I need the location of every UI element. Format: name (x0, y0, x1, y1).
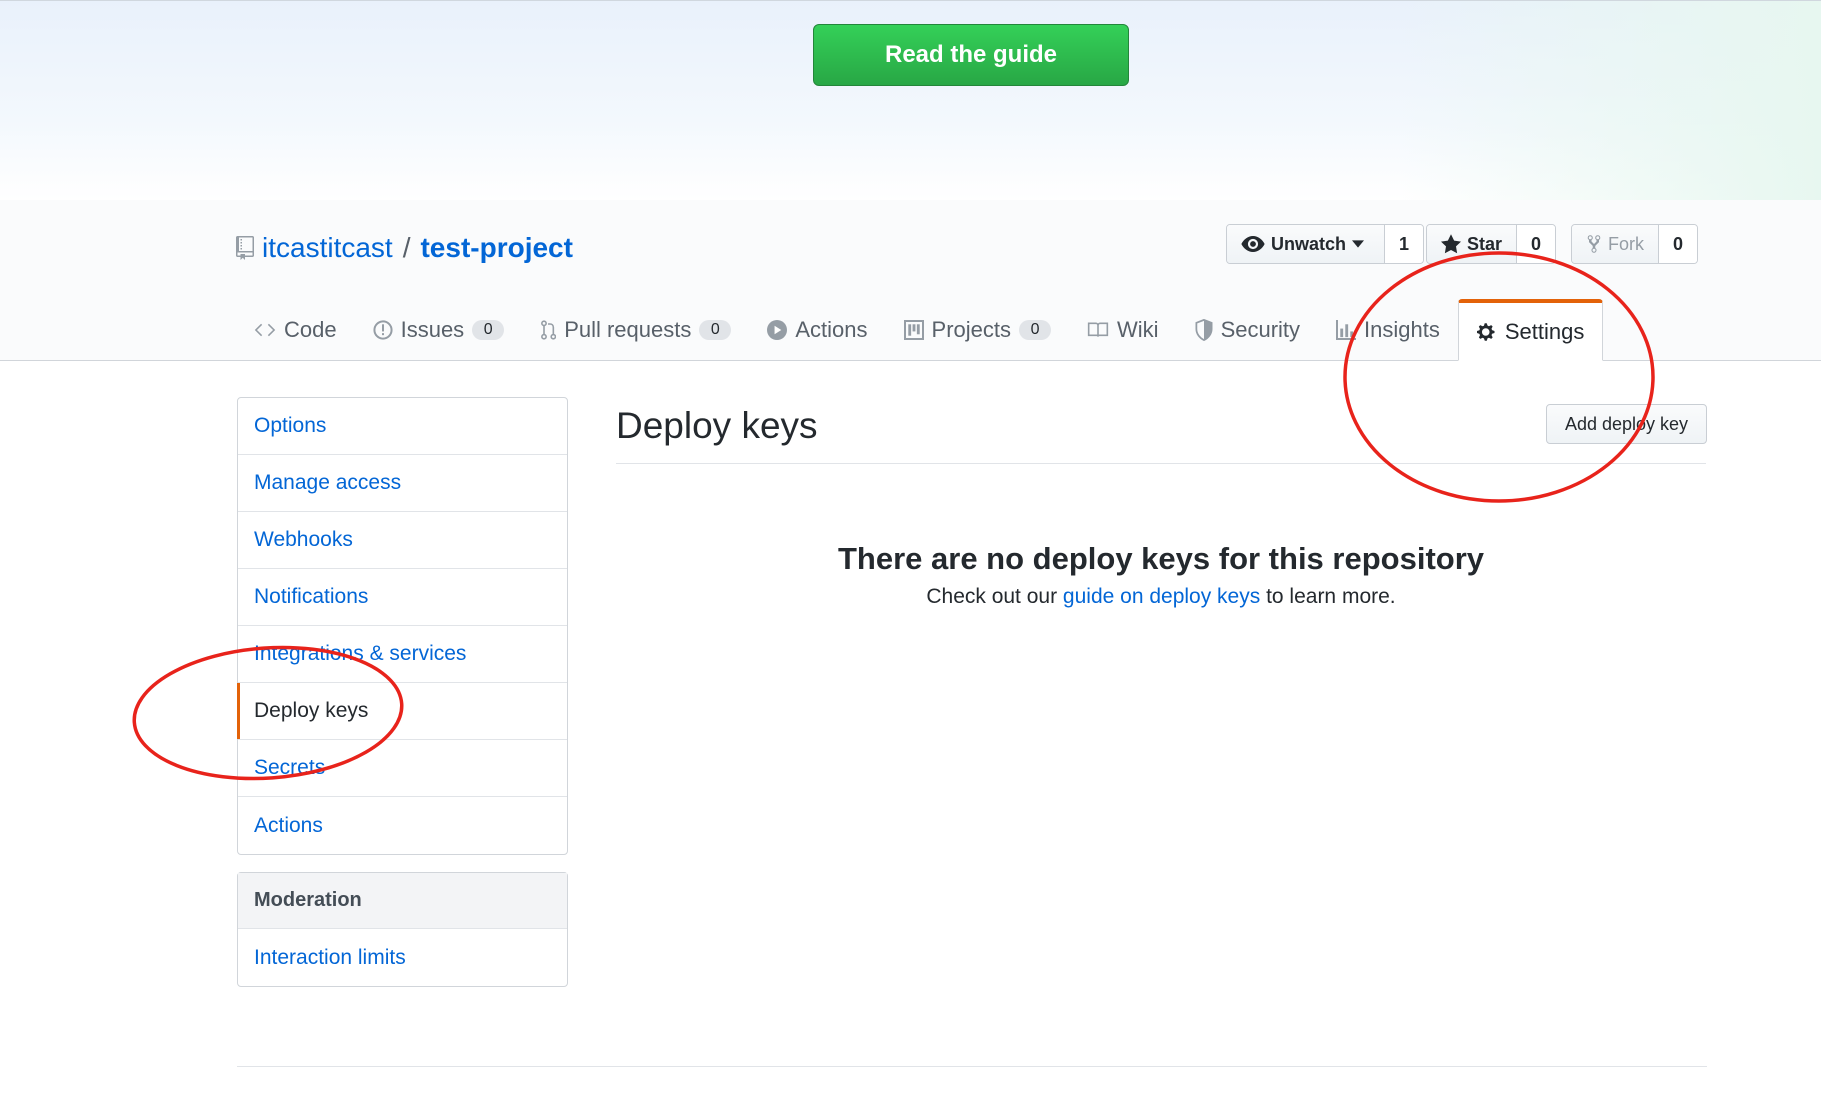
tab-pull-requests-label: Pull requests (564, 317, 692, 342)
blankslate-text: Check out our guide on deploy keys to le… (616, 585, 1706, 609)
add-deploy-key-button[interactable]: Add deploy key (1546, 404, 1707, 444)
tab-insights[interactable]: Insights (1318, 300, 1458, 360)
unwatch-label: Unwatch (1271, 233, 1347, 254)
caret-down-icon (1352, 240, 1365, 248)
shield-icon (1195, 319, 1213, 341)
pull-requests-counter: 0 (699, 320, 732, 340)
page-title: Deploy keys (616, 405, 818, 446)
projects-counter: 0 (1019, 320, 1052, 340)
project-icon (903, 320, 924, 340)
star-button[interactable]: Star (1427, 225, 1518, 263)
repo-name-link[interactable]: test-project (420, 232, 572, 264)
blankslate-title: There are no deploy keys for this reposi… (837, 541, 1485, 576)
subhead-divider (616, 463, 1706, 464)
tab-pull-requests[interactable]: Pull requests 0 (522, 300, 749, 360)
moderation-heading: Moderation (238, 873, 567, 929)
repo-header: itcastitcast / test-project Unwatch 1 St… (0, 200, 1821, 361)
settings-menu: Options Manage access Webhooks Notificat… (237, 397, 568, 855)
star-label: Star (1467, 233, 1503, 254)
blankslate-prefix: Check out our (926, 585, 1063, 608)
tab-settings-label: Settings (1504, 318, 1585, 344)
watch-button-group: Unwatch 1 (1226, 224, 1425, 264)
blankslate-suffix: to learn more. (1260, 585, 1396, 608)
play-icon (767, 320, 788, 340)
moderation-menu: Moderation Interaction limits (237, 872, 568, 987)
menu-item-actions[interactable]: Actions (238, 797, 567, 854)
fork-button[interactable]: Fork (1572, 225, 1659, 263)
tab-settings[interactable]: Settings (1457, 299, 1604, 361)
menu-item-options[interactable]: Options (238, 398, 567, 455)
watch-count[interactable]: 1 (1385, 225, 1424, 263)
issue-icon (373, 320, 393, 340)
repo-title: itcastitcast / test-project (236, 230, 573, 266)
fork-label: Fork (1608, 233, 1644, 254)
menu-item-manage-access[interactable]: Manage access (238, 455, 567, 512)
repo-nav-tabs: Code Issues 0 Pull requests 0 Actions Pr… (236, 298, 1604, 361)
gear-icon (1476, 322, 1495, 341)
tab-actions-label: Actions (795, 317, 868, 342)
footer-divider (237, 1066, 1707, 1067)
star-icon (1441, 234, 1461, 254)
issues-counter: 0 (472, 320, 505, 340)
tab-issues[interactable]: Issues 0 (355, 300, 523, 360)
tab-wiki[interactable]: Wiki (1069, 300, 1177, 360)
graph-icon (1336, 320, 1357, 340)
tab-projects-label: Projects (931, 317, 1012, 342)
code-icon (254, 323, 276, 337)
pull-request-icon (541, 320, 557, 340)
deploy-keys-guide-link[interactable]: guide on deploy keys (1063, 585, 1260, 608)
menu-item-interaction-limits[interactable]: Interaction limits (238, 929, 567, 986)
tab-projects[interactable]: Projects 0 (886, 300, 1069, 360)
fork-count[interactable]: 0 (1659, 225, 1698, 263)
unwatch-button[interactable]: Unwatch (1227, 225, 1386, 263)
tab-issues-label: Issues (400, 317, 465, 342)
star-count[interactable]: 0 (1517, 225, 1556, 263)
tab-security[interactable]: Security (1177, 300, 1318, 360)
fork-button-group: Fork 0 (1571, 224, 1699, 264)
tab-wiki-label: Wiki (1117, 317, 1159, 342)
tab-actions[interactable]: Actions (749, 300, 885, 360)
menu-item-integrations-services[interactable]: Integrations & services (238, 626, 567, 683)
eye-icon (1241, 236, 1265, 252)
menu-item-webhooks[interactable]: Webhooks (238, 512, 567, 569)
read-the-guide-button[interactable]: Read the guide (813, 24, 1129, 86)
star-button-group: Star 0 (1426, 224, 1557, 264)
menu-item-notifications[interactable]: Notifications (238, 569, 567, 626)
menu-item-secrets[interactable]: Secrets (238, 740, 567, 797)
fork-icon (1587, 235, 1601, 253)
tab-code-label: Code (284, 317, 337, 342)
tab-insights-label: Insights (1364, 317, 1440, 342)
book-icon (1087, 322, 1109, 337)
repo-separator: / (402, 232, 411, 263)
repo-icon (236, 236, 254, 260)
tab-security-label: Security (1220, 317, 1301, 342)
repo-owner-link[interactable]: itcastitcast (262, 232, 393, 264)
tab-code[interactable]: Code (236, 300, 355, 360)
menu-item-deploy-keys[interactable]: Deploy keys (237, 683, 567, 740)
